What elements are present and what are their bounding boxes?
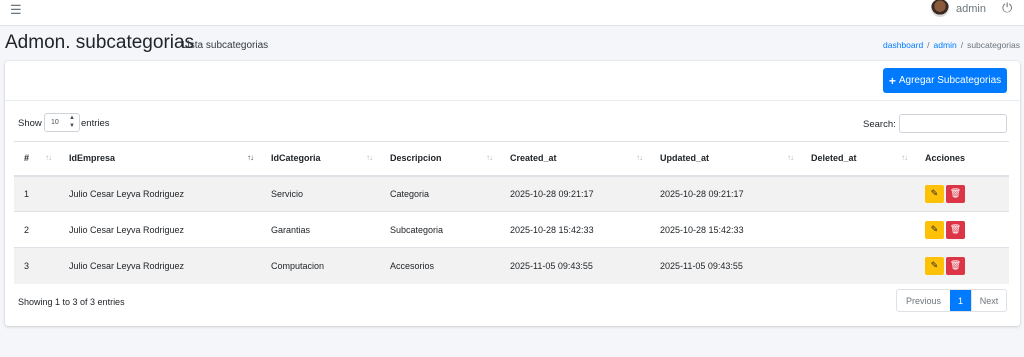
column-header-idcategoria[interactable]: IdCategoria ↑↓ (261, 141, 380, 177)
cell-descripcion: Accesorios (380, 247, 500, 284)
cell-actions: ✎ 🗑 (915, 247, 1009, 284)
cell-idcategoria: Garantias (261, 211, 380, 248)
edit-icon[interactable]: ✎ (925, 184, 944, 203)
cell-id: 1 (14, 175, 59, 212)
trash-icon[interactable]: 🗑 (946, 256, 965, 275)
entries-select[interactable]: 10 ▲ ▼ (44, 113, 80, 132)
cell-id: 2 (14, 211, 59, 248)
cell-idempresa: Julio Cesar Leyva Rodriguez (59, 211, 261, 248)
username-label[interactable]: admin (956, 3, 986, 15)
entries-label: entries (81, 118, 110, 129)
cell-actions: ✎ 🗑 (915, 211, 1009, 248)
cell-descripcion: Categoria (380, 175, 500, 212)
top-navbar: ☰ admin ⏻ (0, 0, 1024, 26)
breadcrumb-current: subcategorias (967, 40, 1020, 50)
cell-deleted-at (801, 211, 915, 248)
cell-idcategoria: Computacion (261, 247, 380, 284)
add-button-label: Agregar Subcategorias (898, 75, 1002, 86)
cell-actions: ✎ 🗑 (915, 175, 1009, 212)
sort-icon: ↑↓ (486, 153, 493, 162)
column-header-created-at[interactable]: Created_at ↑↓ (500, 141, 650, 177)
add-subcategory-button[interactable]: + Agregar Subcategorias (883, 68, 1007, 93)
subcategories-card: + Agregar Subcategorias Show 10 ▲ ▼ entri… (5, 61, 1020, 326)
entries-select-value: 10 (51, 119, 59, 126)
breadcrumb-admin[interactable]: admin (934, 40, 957, 50)
previous-page-button[interactable]: Previous (897, 290, 950, 311)
sort-icon: ↑↓ (787, 153, 794, 162)
cell-deleted-at (801, 175, 915, 212)
power-icon[interactable]: ⏻ (1002, 0, 1012, 16)
column-header-idempresa[interactable]: IdEmpresa ↑↓ (59, 141, 261, 177)
cell-updated-at: 2025-10-28 09:21:17 (650, 175, 801, 212)
trash-icon[interactable]: 🗑 (946, 184, 965, 203)
next-page-button[interactable]: Next (971, 290, 1006, 311)
table-row: 3 Julio Cesar Leyva Rodriguez Computacio… (14, 247, 1009, 284)
edit-icon[interactable]: ✎ (925, 220, 944, 239)
sort-asc-icon: ↑↓ (247, 153, 254, 162)
cell-descripcion: Subcategoria (380, 211, 500, 248)
cell-idempresa: Julio Cesar Leyva Rodriguez (59, 247, 261, 284)
search-input[interactable] (899, 114, 1007, 133)
cell-id: 3 (14, 247, 59, 284)
plus-icon: + (888, 73, 896, 88)
page-1-button[interactable]: 1 (950, 290, 971, 311)
cell-created-at: 2025-10-28 09:21:17 (500, 175, 650, 212)
breadcrumb: dashboard / admin / subcategorias (883, 40, 1020, 50)
breadcrumb-dashboard[interactable]: dashboard (883, 40, 923, 50)
sort-icon: ↑↓ (901, 153, 908, 162)
column-header-updated-at[interactable]: Updated_at ↑↓ (650, 141, 801, 177)
sort-icon: ↑↓ (366, 153, 373, 162)
sort-icon: ↑↓ (636, 153, 643, 162)
edit-icon[interactable]: ✎ (925, 256, 944, 275)
cell-idempresa: Julio Cesar Leyva Rodriguez (59, 175, 261, 212)
column-header-deleted-at[interactable]: Deleted_at ↑↓ (801, 141, 915, 177)
trash-icon[interactable]: 🗑 (946, 220, 965, 239)
column-header-id[interactable]: # ↑↓ (14, 141, 59, 177)
table-header-row: # ↑↓ IdEmpresa ↑↓ IdCategoria ↑↓ Descripcio… (14, 141, 1009, 177)
column-header-descripcion[interactable]: Descripcion ↑↓ (380, 141, 500, 177)
search-label: Search: (863, 119, 896, 130)
column-header-acciones: Acciones (915, 141, 1009, 177)
table-row: 2 Julio Cesar Leyva Rodriguez Garantias … (14, 211, 1009, 248)
sort-icon: ↑↓ (45, 153, 52, 162)
cell-updated-at: 2025-10-28 15:42:33 (650, 211, 801, 248)
show-label: Show (18, 118, 42, 129)
table-info: Showing 1 to 3 of 3 entries (18, 297, 125, 307)
page-subtitle: Lista subcategorias (182, 40, 269, 51)
avatar[interactable] (931, 0, 949, 17)
cell-updated-at: 2025-11-05 09:43:55 (650, 247, 801, 284)
cell-deleted-at (801, 247, 915, 284)
card-header: + Agregar Subcategorias (5, 61, 1020, 101)
pagination: Previous 1 Next (896, 289, 1007, 312)
cell-created-at: 2025-11-05 09:43:55 (500, 247, 650, 284)
cell-idcategoria: Servicio (261, 175, 380, 212)
cell-created-at: 2025-10-28 15:42:33 (500, 211, 650, 248)
hamburger-icon[interactable]: ☰ (10, 2, 22, 18)
table-row: 1 Julio Cesar Leyva Rodriguez Servicio C… (14, 175, 1009, 212)
page-title: Admon. subcategorias (5, 32, 195, 53)
select-arrows-icon: ▲ ▼ (69, 115, 75, 129)
subcategories-table: # ↑↓ IdEmpresa ↑↓ IdCategoria ↑↓ Descripcio… (14, 141, 1009, 284)
